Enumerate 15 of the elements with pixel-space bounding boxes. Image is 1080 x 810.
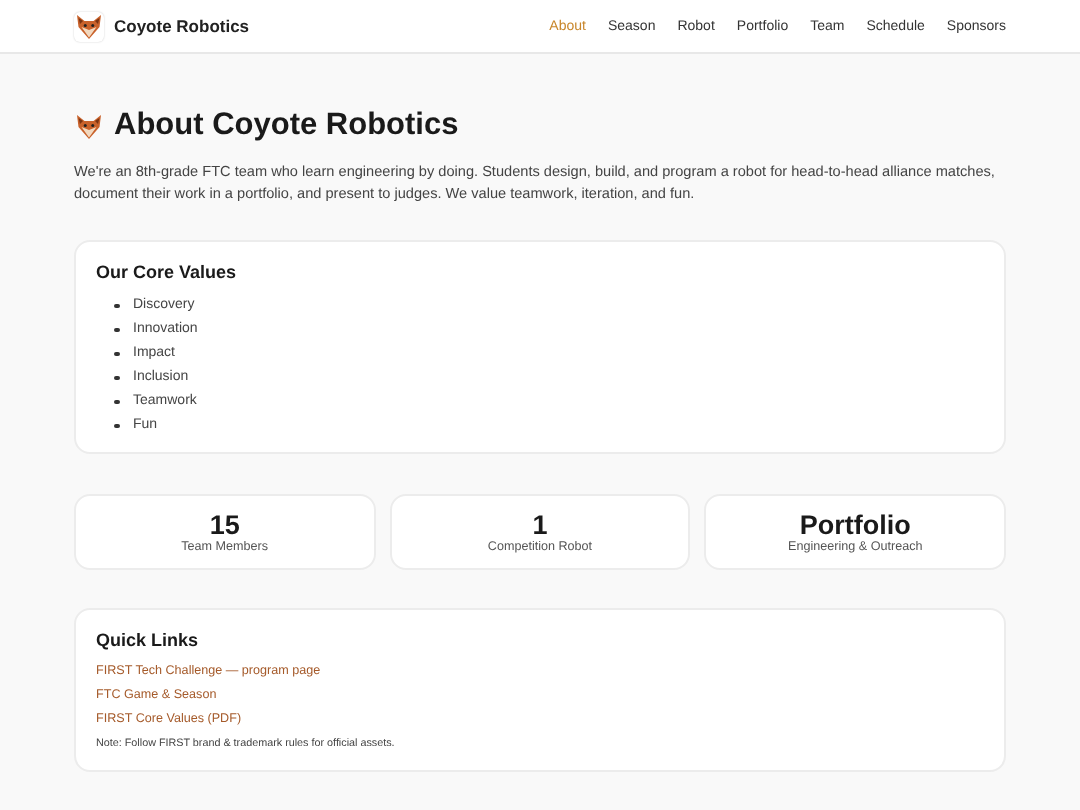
- brand-name[interactable]: Coyote Robotics: [114, 16, 250, 36]
- bullet-icon: [114, 399, 119, 405]
- card-heading: Our Core Values: [96, 262, 239, 282]
- stat-value: 15: [209, 510, 240, 540]
- fox-icon: [74, 11, 104, 41]
- stat-value: 1: [532, 510, 548, 540]
- bullet-icon: [114, 423, 119, 429]
- stat-value: Portfolio: [799, 510, 911, 540]
- bullet-icon: [114, 327, 119, 333]
- bullet-icon: [114, 375, 119, 381]
- page-title: About Coyote Robotics: [114, 108, 459, 144]
- fox-icon: [74, 111, 104, 141]
- bullet-icon: [114, 351, 119, 357]
- card-heading: Quick Links: [96, 630, 201, 650]
- bullet-icon: [114, 303, 119, 309]
